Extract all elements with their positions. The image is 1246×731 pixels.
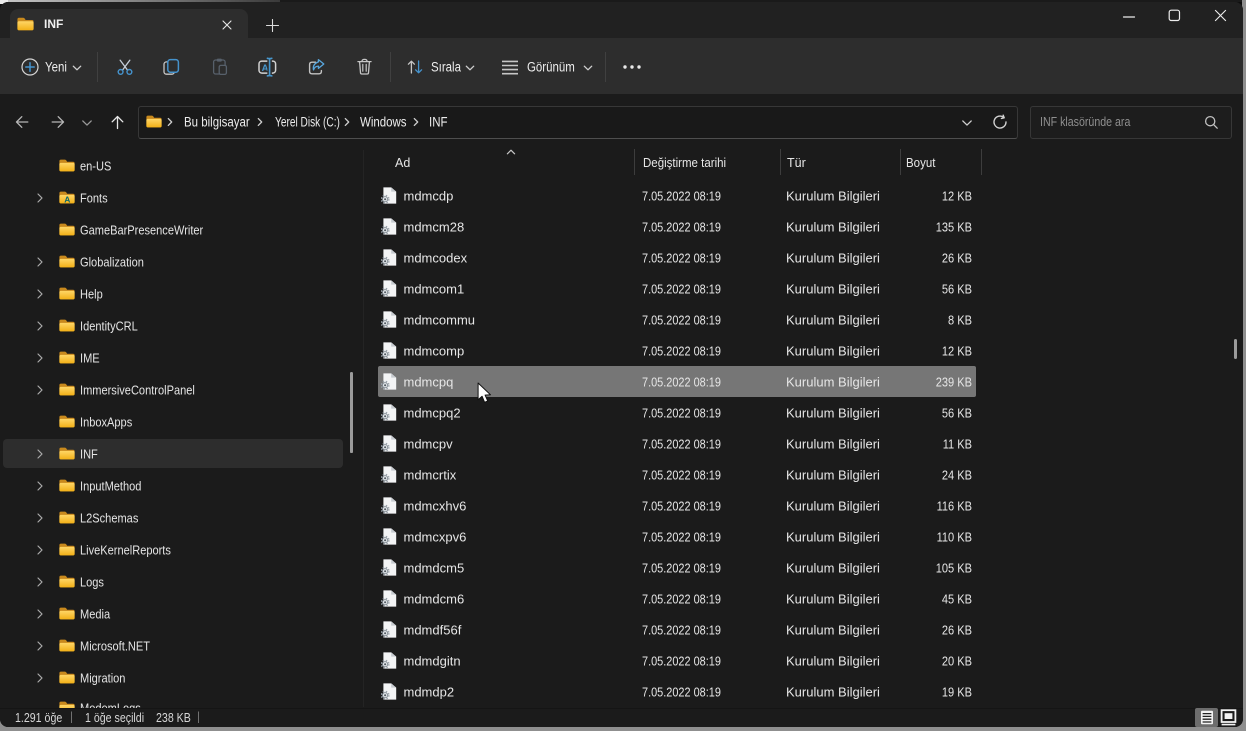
svg-text:A: A xyxy=(64,194,70,204)
